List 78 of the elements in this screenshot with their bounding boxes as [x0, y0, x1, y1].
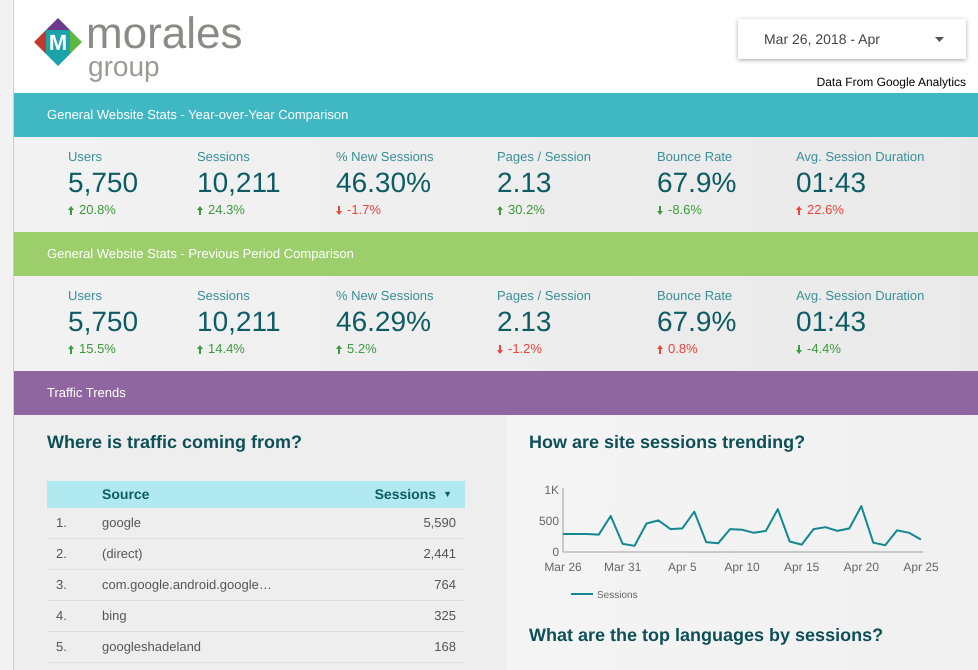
metric-value: 01:43: [796, 305, 868, 339]
metric-change: 20.8%: [79, 202, 116, 218]
logo-mark: M: [48, 30, 68, 55]
metric-label: % New Sessions: [336, 287, 435, 305]
metric-change: 22.6%: [807, 202, 844, 218]
rank-cell-text: 1.: [55, 514, 68, 532]
metric-label: Pages / Session: [497, 287, 592, 305]
section-title: General Website Stats - Previous Period Comparison: [47, 245, 354, 264]
legend-label: Sessions: [597, 590, 638, 601]
metric-value: 67.9%: [657, 305, 738, 339]
metric-change: 30.2%: [508, 202, 545, 218]
metric-change: 24.3%: [208, 202, 245, 218]
caret-icon: [935, 36, 944, 42]
metric-change: -1.2%: [508, 341, 542, 357]
rank-cell-text: 4.: [55, 607, 68, 626]
metric-change: 5.2%: [347, 341, 377, 357]
metric-value: 5,750: [68, 305, 140, 339]
x-tick-label: Mar 26: [544, 560, 582, 574]
metric-value: 46.29%: [336, 305, 432, 339]
metric-change: -4.4%: [807, 341, 841, 357]
panel-title: How are site sessions trending?: [529, 431, 806, 454]
metric-value: 10,211: [197, 305, 282, 339]
metric-label: Pages / Session: [497, 148, 592, 166]
source-cell-text: googleshadeland: [102, 638, 202, 656]
date-range-dropdown[interactable]: Mar 26, 2018 - Apr: [738, 19, 966, 59]
source-cell-text: google: [102, 514, 142, 532]
sessions-cell-text: 168: [434, 638, 457, 656]
x-tick-label: Apr 20: [844, 560, 880, 574]
metric-change: -1.7%: [347, 202, 381, 218]
x-tick-label: Apr 10: [724, 560, 760, 574]
logo-subname: group: [88, 54, 161, 80]
x-tick-label: Apr 5: [668, 560, 697, 574]
rank-cell-text: 2.: [55, 545, 68, 564]
y-tick-label: 0: [552, 545, 559, 559]
sessions-cell-text: 764: [434, 576, 457, 594]
metric-value: 01:43: [796, 166, 868, 200]
metric-value: 2.13: [497, 305, 552, 339]
sort-icon: ▼: [443, 488, 452, 502]
metric-change: 14.4%: [208, 341, 245, 357]
metric-change: 15.5%: [79, 341, 116, 357]
metric-value: 46.30%: [336, 166, 432, 200]
metric-label: % New Sessions: [336, 148, 435, 166]
column-header: Source: [102, 485, 150, 504]
x-tick-label: Mar 31: [604, 560, 642, 574]
source-cell-text: bing: [102, 607, 128, 626]
rank-cell-text: 5.: [55, 638, 68, 656]
metric-value: 5,750: [68, 166, 140, 200]
metric-label: Sessions: [197, 148, 251, 166]
data-source-note: Data From Google Analytics: [816, 74, 966, 91]
y-tick-label: 1K: [544, 483, 559, 497]
metric-label: Avg. Session Duration: [796, 287, 926, 305]
sessions-cell-text: 325: [434, 607, 457, 626]
sessions-cell-text: 5,590: [423, 514, 457, 532]
section-title: Traffic Trends: [47, 384, 126, 402]
metric-label: Bounce Rate: [657, 148, 734, 166]
source-cell-text: com.google.android.google…: [102, 576, 273, 594]
metric-label: Avg. Session Duration: [796, 148, 926, 166]
rank-cell-text: 3.: [55, 576, 68, 594]
logo-name: morales: [86, 14, 242, 54]
metric-change: -8.6%: [668, 202, 702, 218]
panel-title: Where is traffic coming from?: [47, 431, 304, 454]
sessions-cell-text: 2,441: [423, 545, 457, 564]
metric-label: Sessions: [197, 287, 251, 305]
metric-value: 67.9%: [657, 166, 738, 200]
x-tick-label: Apr 15: [784, 560, 820, 574]
source-cell-text: (direct): [102, 545, 144, 564]
panel-title: What are the top languages by sessions?: [529, 624, 884, 647]
metric-value: 2.13: [497, 166, 552, 200]
column-header: Sessions: [374, 485, 436, 504]
metric-value: 10,211: [197, 166, 282, 200]
metric-label: Bounce Rate: [657, 287, 734, 305]
y-tick-label: 500: [538, 514, 559, 528]
section-title: General Website Stats - Year-over-Year Comparison: [47, 106, 348, 124]
metric-label: Users: [68, 148, 103, 166]
metric-label: Users: [68, 287, 103, 305]
x-tick-label: Apr 25: [903, 560, 939, 574]
metric-change: 0.8%: [668, 341, 698, 357]
logo-icon: [34, 18, 82, 66]
